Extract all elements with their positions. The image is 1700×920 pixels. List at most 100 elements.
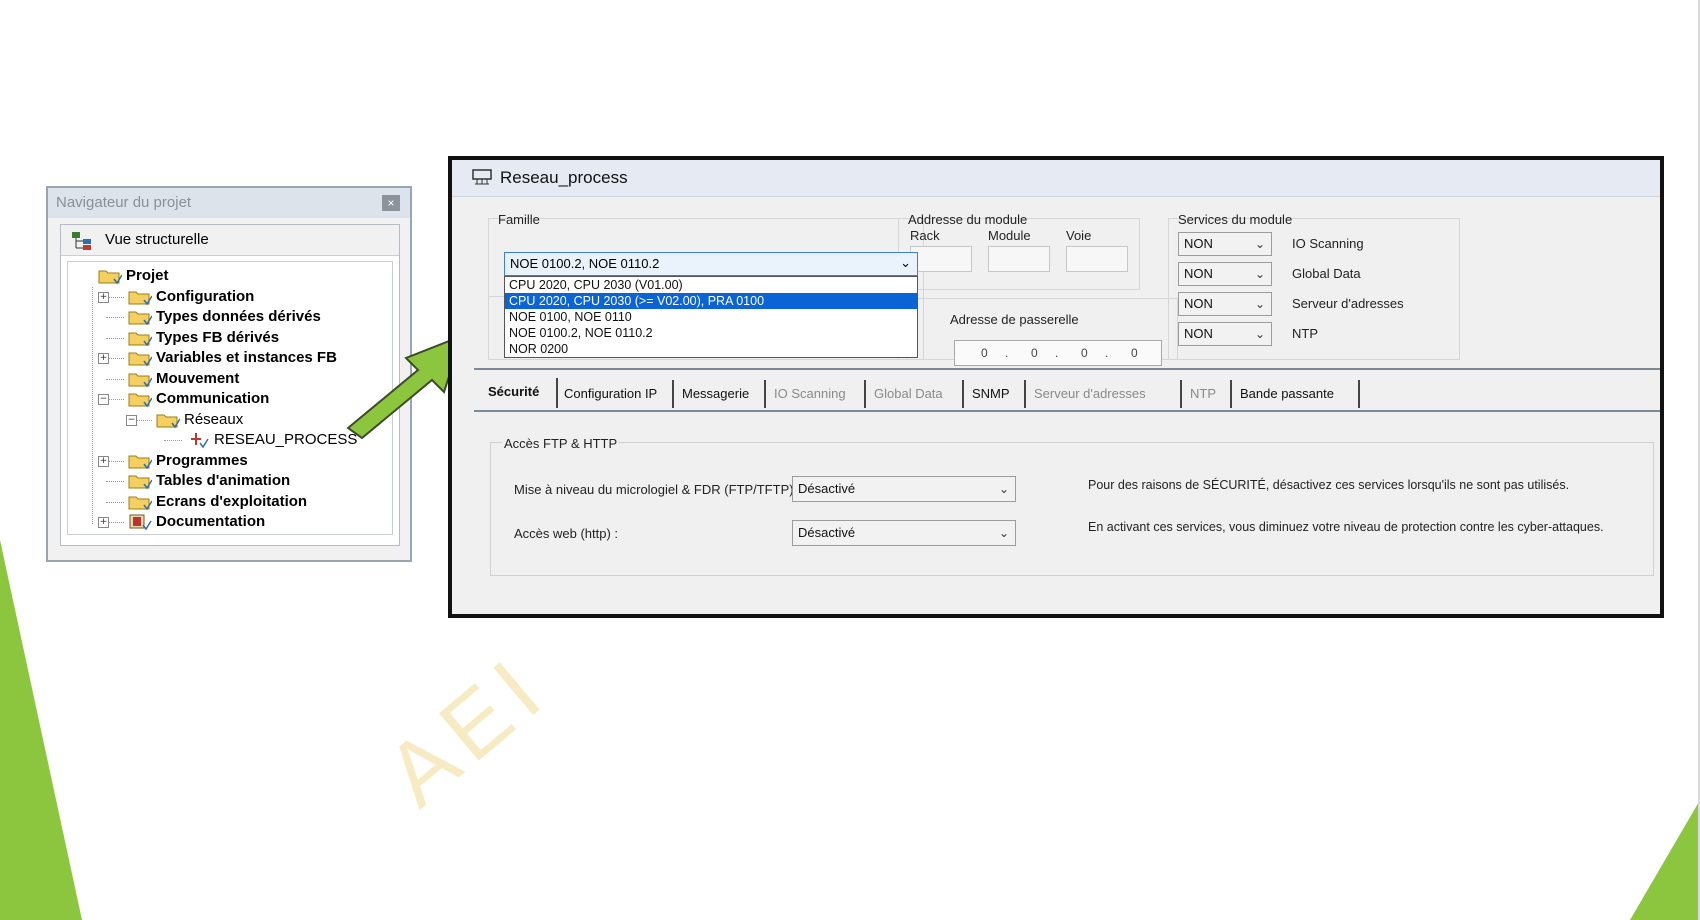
firmware-update-label: Mise à niveau du micrologiel & FDR (FTP/… bbox=[514, 482, 798, 497]
ip-dot-3: . bbox=[1105, 346, 1109, 360]
firmware-update-select[interactable]: Désactivé ⌄ bbox=[792, 476, 1016, 502]
expand-icon[interactable]: + bbox=[98, 353, 109, 364]
rack-label: Rack bbox=[910, 228, 940, 243]
ntp-select[interactable]: NON ⌄ bbox=[1178, 322, 1272, 346]
tab-io-scanning[interactable]: IO Scanning bbox=[770, 380, 866, 408]
security-note-1: Pour des raisons de SÉCURITÉ, désactivez… bbox=[1088, 478, 1570, 492]
window-title: Reseau_process bbox=[500, 168, 628, 187]
tree-guide-line bbox=[106, 378, 124, 380]
chevron-down-icon: ⌄ bbox=[1254, 237, 1265, 251]
module-field[interactable] bbox=[988, 246, 1050, 272]
tree-guide-line bbox=[106, 337, 124, 339]
tab-bande-passante[interactable]: Bande passante bbox=[1236, 380, 1360, 408]
chevron-down-icon: ⌄ bbox=[998, 526, 1009, 540]
tree-node[interactable]: Mouvement bbox=[128, 369, 239, 389]
tab-snmp[interactable]: SNMP bbox=[968, 380, 1026, 408]
tree-node-label: Ecrans d'exploitation bbox=[156, 492, 308, 510]
structural-view-header[interactable]: Vue structurelle bbox=[61, 225, 399, 256]
network-icon bbox=[472, 169, 492, 185]
web-access-value: Désactivé bbox=[798, 525, 856, 540]
expand-icon[interactable]: + bbox=[98, 291, 109, 303]
tree-node[interactable]: Documentation bbox=[128, 512, 265, 532]
ftp-http-group bbox=[490, 442, 1654, 576]
address-server-select[interactable]: NON ⌄ bbox=[1178, 292, 1272, 316]
chevron-down-icon: ⌄ bbox=[1254, 297, 1265, 311]
tree-node[interactable]: Communication bbox=[128, 389, 269, 409]
famille-select[interactable]: NOE 0100.2, NOE 0110.2 ⌄ bbox=[504, 252, 918, 276]
collapse-icon[interactable]: − bbox=[98, 394, 109, 405]
firmware-update-value: Désactivé bbox=[798, 481, 856, 496]
decorative-green-wedge-right bbox=[1630, 800, 1700, 920]
voie-field[interactable] bbox=[1066, 246, 1128, 272]
tab-messagerie[interactable]: Messagerie bbox=[678, 380, 766, 408]
famille-option-highlighted[interactable]: CPU 2020, CPU 2030 (>= V02.00), PRA 0100 bbox=[505, 293, 917, 309]
folder-icon bbox=[128, 475, 152, 490]
famille-value: NOE 0100.2, NOE 0110.2 bbox=[510, 256, 660, 271]
tree-node-label: Communication bbox=[156, 390, 270, 407]
io-scanning-label: IO Scanning bbox=[1292, 236, 1364, 251]
folder-icon bbox=[128, 311, 152, 326]
tree-node[interactable]: Réseaux bbox=[156, 410, 243, 430]
chevron-down-icon: ⌄ bbox=[1254, 267, 1265, 281]
ip-octet-4: 0 bbox=[1131, 346, 1138, 360]
famille-option[interactable]: NOE 0100, NOE 0110 bbox=[505, 309, 917, 325]
famille-dropdown-list: CPU 2020, CPU 2030 (V01.00) CPU 2020, CP… bbox=[504, 276, 918, 358]
tab-global-data[interactable]: Global Data bbox=[870, 380, 964, 408]
tree-node[interactable]: Types FB dérivés bbox=[128, 328, 279, 348]
tree-node-label: Types données dérivés bbox=[156, 308, 321, 325]
window-title-bar: Reseau_process bbox=[452, 160, 1660, 197]
ntp-label: NTP bbox=[1292, 326, 1318, 341]
expand-icon[interactable]: + bbox=[98, 455, 109, 467]
module-address-label: Addresse du module bbox=[908, 212, 1028, 227]
ip-octet-1: 0 bbox=[981, 346, 988, 360]
tree-node[interactable]: Ecrans d'exploitation bbox=[128, 492, 307, 512]
folder-icon bbox=[128, 496, 152, 510]
ntp-value: NON bbox=[1184, 326, 1213, 341]
ip-dot-2: . bbox=[1055, 346, 1059, 360]
folder-icon bbox=[98, 270, 122, 285]
chevron-down-icon: ⌄ bbox=[900, 256, 911, 271]
global-data-select[interactable]: NON ⌄ bbox=[1178, 262, 1272, 286]
tab-securite[interactable]: Sécurité bbox=[484, 378, 558, 408]
folder-icon bbox=[128, 352, 152, 367]
tree-node-label: Documentation bbox=[156, 513, 266, 530]
gateway-ip-input[interactable]: 0 . 0 . 0 . 0 bbox=[954, 340, 1162, 366]
web-access-select[interactable]: Désactivé ⌄ bbox=[792, 520, 1016, 546]
global-data-label: Global Data bbox=[1292, 266, 1361, 281]
tree-node[interactable]: Tables d'animation bbox=[128, 471, 290, 491]
expand-icon[interactable]: + bbox=[98, 517, 109, 528]
tree-node[interactable]: Variables et instances FB bbox=[128, 348, 337, 368]
tree-node[interactable]: Programmes bbox=[128, 451, 248, 471]
famille-option[interactable]: CPU 2020, CPU 2030 (V01.00) bbox=[505, 277, 917, 293]
folder-icon bbox=[128, 393, 152, 408]
tree-guide-line bbox=[106, 501, 124, 503]
tree-node[interactable]: Projet bbox=[98, 266, 169, 286]
rack-field[interactable] bbox=[910, 246, 972, 272]
tree-node-reseau-process[interactable]: RESEAU_PROCESS bbox=[186, 430, 357, 450]
network-node-icon bbox=[191, 433, 209, 449]
io-scanning-select[interactable]: NON ⌄ bbox=[1178, 232, 1272, 256]
global-data-value: NON bbox=[1184, 266, 1213, 281]
tree-node[interactable]: Types données dérivés bbox=[128, 307, 321, 327]
tree-node-label: RESEAU_PROCESS bbox=[214, 431, 358, 448]
famille-option[interactable]: NOR 0200 bbox=[505, 341, 917, 357]
io-scanning-value: NON bbox=[1184, 236, 1213, 251]
web-access-label: Accès web (http) : bbox=[514, 526, 619, 541]
close-icon[interactable]: × bbox=[382, 195, 400, 211]
services-label: Services du module bbox=[1178, 212, 1293, 227]
tree-node-label: Configuration bbox=[156, 287, 255, 305]
famille-option[interactable]: NOE 0100.2, NOE 0110.2 bbox=[505, 325, 917, 341]
folder-icon bbox=[156, 414, 180, 428]
tree-guide-line bbox=[164, 440, 182, 441]
collapse-icon[interactable]: − bbox=[126, 414, 137, 426]
tree-guide-line bbox=[92, 286, 93, 525]
tab-serveur-adresses[interactable]: Serveur d'adresses bbox=[1030, 380, 1182, 408]
tab-configuration-ip[interactable]: Configuration IP bbox=[560, 380, 674, 408]
navigator-title-bar: Navigateur du projet × bbox=[48, 188, 410, 218]
tree-node[interactable]: Configuration bbox=[128, 287, 254, 307]
tree-guide-line bbox=[106, 317, 124, 318]
tree-node-label: Réseaux bbox=[184, 410, 244, 428]
folder-icon bbox=[128, 455, 152, 469]
tab-ntp[interactable]: NTP bbox=[1186, 380, 1232, 408]
chevron-down-icon: ⌄ bbox=[1254, 327, 1265, 341]
